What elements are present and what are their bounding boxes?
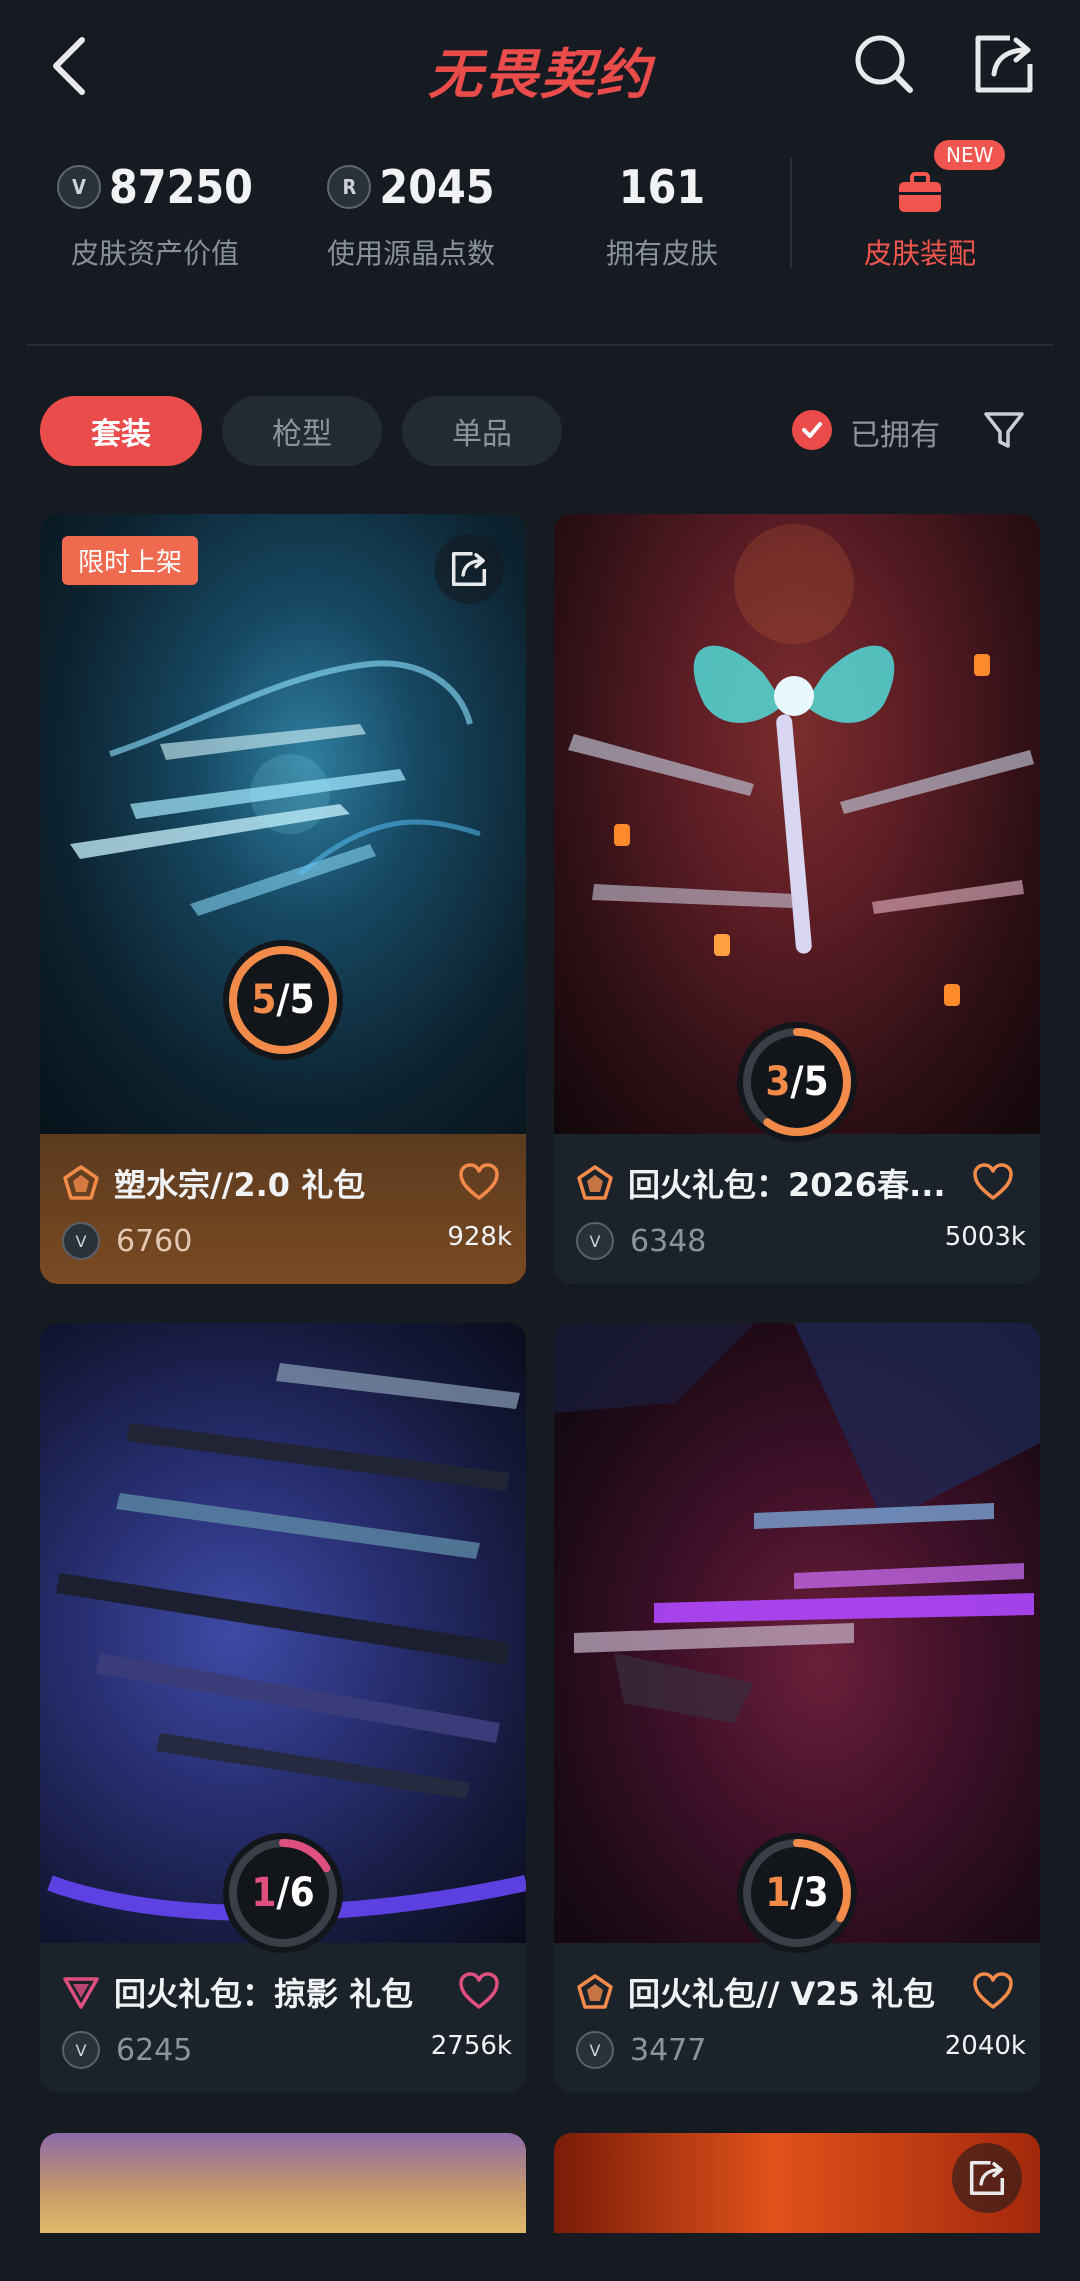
owned-count: 1 [765,1870,791,1916]
check-icon [802,422,822,438]
stat-label: 拥有皮肤 [605,237,718,270]
stat-owned-skins: 161 拥有皮肤 [562,160,762,272]
card-share-button[interactable] [952,2143,1022,2213]
search-button[interactable] [850,30,918,98]
total-count: 6 [289,1870,315,1916]
vp-coin-icon: V [576,2031,614,2069]
share-button[interactable] [970,30,1038,98]
favorite-button[interactable] [972,1971,1014,2011]
tier-icon [577,1974,613,2009]
bundle-price: 6348 [630,1223,707,1259]
top-bar: 无畏契约 [0,0,1080,130]
bundle-image [40,2133,526,2233]
bundle-card[interactable] [40,2133,526,2233]
tab-single-item[interactable]: 单品 [402,396,562,466]
collection-progress: 5/5 [223,940,343,1060]
limited-time-badge: 限时上架 [62,536,199,585]
tier-icon [63,1165,99,1200]
total-count: 5 [289,977,315,1023]
share-icon [969,2160,1005,2196]
card-footer: 回火礼包：2026春... V 6348 5003k [554,1134,1040,1284]
app-logo: 无畏契约 [428,43,652,106]
card-footer: 回火礼包// V25 礼包 V 3477 2040k [554,1943,1040,2093]
stat-value: 2045 [379,160,495,214]
share-icon [451,551,487,587]
bundle-title: 回火礼包：掠影 礼包 [114,1975,414,2013]
bundle-card[interactable] [554,2133,1040,2233]
bundle-price: 6245 [116,2032,193,2068]
likes-count: 5003k [944,1222,1026,1252]
stats-bar: V 87250 皮肤资产价值 R 2045 使用源晶点数 161 拥有皮肤 NE… [0,140,1080,300]
heart-icon [973,1163,1013,1200]
vp-coin-icon: V [62,1222,100,1260]
total-count: 5 [803,1059,829,1105]
tab-weapon-type[interactable]: 枪型 [222,396,382,466]
bundle-title: 回火礼包// V25 礼包 [628,1975,935,2013]
total-count: 3 [803,1870,829,1916]
stat-label: 皮肤资产价值 [70,237,239,270]
stat-value: 87250 [109,160,253,214]
owned-count: 3 [765,1059,791,1105]
bundle-price: 3477 [630,2032,707,2068]
search-icon [855,35,913,93]
bundle-card[interactable]: 3/5 回火礼包：2026春... V 6348 5003k [554,514,1040,1284]
bottom-fade [0,2233,1080,2281]
radianite-coin-icon: R [327,165,372,209]
stat-radianite: R 2045 使用源晶点数 [306,160,516,272]
card-share-button[interactable] [434,534,504,604]
bundle-card[interactable]: 限时上架 5/5 塑水宗//2.0 礼包 V 6760 928k [40,514,526,1284]
divider [790,158,792,268]
collection-progress: 1/3 [737,1833,857,1953]
bundle-image: 3/5 [554,514,1040,1142]
filter-icon [984,412,1024,448]
bundle-image: 限时上架 5/5 [40,514,526,1134]
new-badge: NEW [934,140,1006,170]
bundle-title: 回火礼包：2026春... [628,1166,946,1204]
card-footer: 回火礼包：掠影 礼包 V 6245 2756k [40,1943,526,2093]
heart-icon [459,1163,499,1200]
bundle-image: 1/3 [554,1323,1040,1953]
card-footer: 塑水宗//2.0 礼包 V 6760 928k [40,1134,526,1284]
owned-filter-label[interactable]: 已拥有 [850,410,940,454]
filter-button[interactable] [982,408,1026,452]
stat-label: 使用源晶点数 [326,237,495,270]
favorite-button[interactable] [458,1162,500,1202]
collection-progress: 1/6 [223,1833,343,1953]
owned-checkbox[interactable] [792,410,832,450]
collection-progress: 3/5 [737,1022,857,1142]
stat-asset-value: V 87250 皮肤资产价值 [50,160,260,272]
tab-bundles[interactable]: 套装 [40,396,202,466]
bundle-card[interactable]: 1/6 回火礼包：掠影 礼包 V 6245 2756k [40,1323,526,2093]
vp-coin-icon: V [57,165,101,209]
skin-loadout-label: 皮肤装配 [863,237,976,270]
skin-loadout-button[interactable]: NEW 皮肤装配 [840,140,1006,272]
owned-count: 1 [251,1870,277,1916]
likes-count: 928k [447,1222,512,1252]
stat-value: 161 [618,160,706,214]
divider [26,344,1054,346]
bundle-image: 1/6 [40,1323,526,1953]
owned-count: 5 [251,977,277,1023]
vp-coin-icon: V [62,2031,100,2069]
heart-icon [459,1972,499,2009]
bundle-title: 塑水宗//2.0 礼包 [114,1166,366,1204]
vp-coin-icon: V [576,1222,614,1260]
favorite-button[interactable] [458,1971,500,2011]
tier-icon [63,1977,99,2009]
bundle-price: 6760 [116,1223,193,1259]
favorite-button[interactable] [972,1162,1014,1202]
briefcase-icon [899,172,941,212]
likes-count: 2756k [430,2031,512,2061]
heart-icon [973,1972,1013,2009]
share-icon [975,35,1033,93]
tier-icon [577,1165,613,1200]
likes-count: 2040k [944,2031,1026,2061]
bundle-card[interactable]: 1/3 回火礼包// V25 礼包 V 3477 2040k [554,1323,1040,2093]
